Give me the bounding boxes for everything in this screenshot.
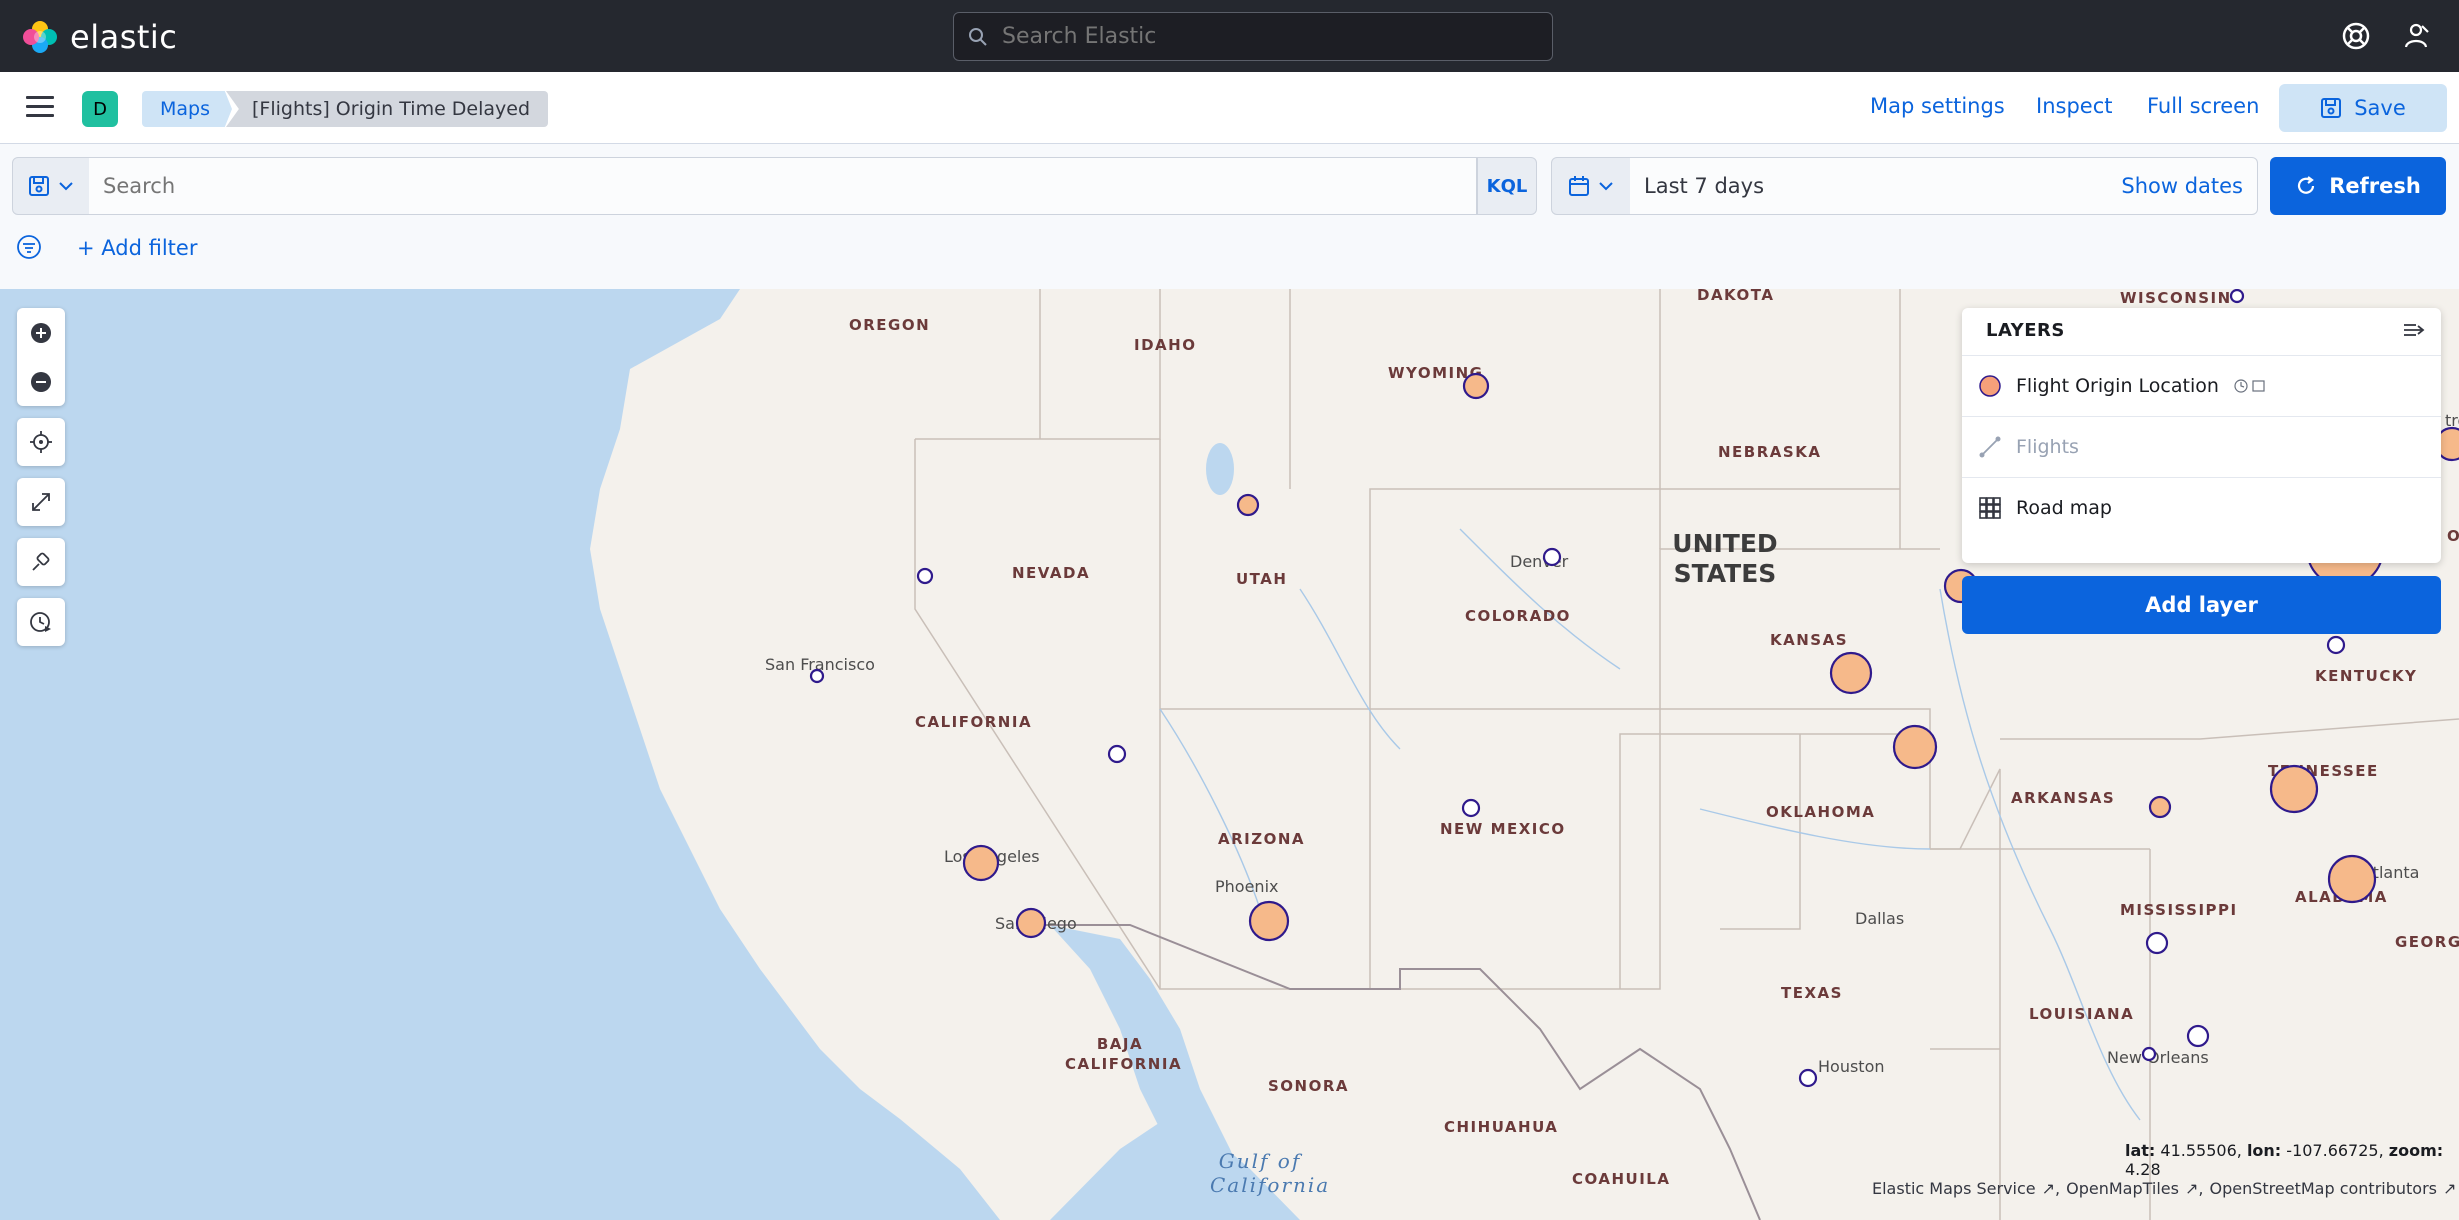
map-point <box>2148 795 2172 819</box>
layer-row-road-map[interactable]: Road map <box>1962 477 2441 537</box>
lon-value: -107.66725 <box>2286 1141 2379 1160</box>
layer-control-panel: LAYERS Flight Origin Location Flights Ro… <box>1962 308 2441 563</box>
time-range-label[interactable]: Last 7 days <box>1644 174 1764 198</box>
external-link-icon: ↗, <box>2041 1179 2061 1198</box>
map-point <box>1248 900 1290 942</box>
lat-value: 41.55506 <box>2160 1141 2237 1160</box>
map-point <box>962 844 1000 882</box>
map-point <box>1236 493 1260 517</box>
map-attribution: Elastic Maps Service ↗, OpenMapTiles ↗, … <box>1872 1179 2456 1198</box>
filter-options-icon[interactable] <box>16 234 42 264</box>
zoom-out-icon[interactable] <box>17 357 65 406</box>
query-bar: KQL Last 7 days Show dates Refresh + Add… <box>0 144 2459 289</box>
collapse-panel-icon[interactable] <box>2402 320 2426 344</box>
attribution-link[interactable]: OpenMapTiles <box>2066 1179 2179 1198</box>
global-search-input[interactable] <box>1002 24 1522 49</box>
map-settings-link[interactable]: Map settings <box>1870 94 2005 118</box>
map-toolbar <box>17 308 65 658</box>
map-point <box>2269 764 2319 814</box>
map-point <box>1798 1068 1818 1088</box>
refresh-button[interactable]: Refresh <box>2270 157 2446 215</box>
breadcrumb-maps[interactable]: Maps <box>142 91 232 127</box>
layer-name: Flights <box>2016 435 2079 458</box>
query-language-button[interactable]: KQL <box>1477 157 1537 215</box>
inspect-link[interactable]: Inspect <box>2036 94 2112 118</box>
map-point <box>2145 931 2169 955</box>
set-view-icon[interactable] <box>17 418 65 466</box>
save-label: Save <box>2354 96 2406 120</box>
map-point <box>1462 372 1490 400</box>
calendar-icon <box>1569 176 1589 196</box>
global-search[interactable] <box>953 12 1553 61</box>
map-canvas[interactable]: OREGON IDAHO WYOMING DAKOTA WISCONSIN NE… <box>0 289 2459 1220</box>
save-icon <box>2321 98 2342 118</box>
timeslider-icon[interactable] <box>17 598 65 646</box>
top-header: elastic <box>0 0 2459 72</box>
time-filter-icon <box>2234 378 2265 393</box>
layers-title: LAYERS <box>1986 320 2065 341</box>
user-menu-icon[interactable] <box>2400 20 2432 52</box>
add-layer-button[interactable]: Add layer <box>1962 576 2441 634</box>
line-layer-icon <box>1979 436 2001 457</box>
add-filter-button[interactable]: + Add filter <box>77 236 197 260</box>
query-search-input[interactable] <box>103 174 1403 198</box>
mouse-coordinates: lat: 41.55506, lon: -107.66725, zoom: 4.… <box>2125 1141 2444 1179</box>
layer-row-flight-origin[interactable]: Flight Origin Location <box>1962 355 2441 415</box>
menu-icon[interactable] <box>26 96 54 120</box>
map-point <box>2327 854 2377 904</box>
zoom-in-icon[interactable] <box>17 308 65 357</box>
show-dates-link[interactable]: Show dates <box>2121 174 2243 198</box>
zoom-controls <box>17 308 65 406</box>
date-range-display[interactable]: Last 7 days Show dates <box>1630 157 2258 215</box>
chevron-down-icon <box>1599 182 1613 191</box>
map-point <box>1829 651 1873 695</box>
full-screen-link[interactable]: Full screen <box>2147 94 2259 118</box>
map-point <box>2186 1024 2210 1048</box>
layer-name: Road map <box>2016 496 2112 519</box>
map-point <box>1461 798 1481 818</box>
map-point <box>809 668 825 684</box>
zoom-label: zoom: <box>2388 1141 2444 1160</box>
save-button[interactable]: Save <box>2279 84 2447 132</box>
layer-name: Flight Origin Location <box>2016 374 2219 397</box>
refresh-icon <box>2298 176 2315 194</box>
zoom-value: 4.28 <box>2125 1160 2161 1179</box>
map-point <box>1542 547 1562 567</box>
map-point <box>2229 289 2245 304</box>
refresh-label: Refresh <box>2329 174 2421 198</box>
chevron-down-icon <box>59 182 73 191</box>
elastic-logo[interactable]: elastic <box>22 18 177 56</box>
quick-date-menu[interactable] <box>1551 157 1631 215</box>
help-icon[interactable] <box>2340 20 2372 52</box>
lat-label: lat: <box>2125 1141 2156 1160</box>
saved-query-icon <box>29 176 49 196</box>
attribution-link[interactable]: OpenStreetMap contributors <box>2209 1179 2437 1198</box>
app-bar: D Maps [Flights] Origin Time Delayed Map… <box>0 72 2459 144</box>
logo-text: elastic <box>70 18 178 56</box>
saved-query-menu[interactable] <box>12 157 90 215</box>
query-search-field[interactable] <box>89 157 1477 215</box>
lon-label: lon: <box>2246 1141 2282 1160</box>
map-point <box>1015 907 1047 939</box>
map-point <box>1892 724 1938 770</box>
layer-row-flights[interactable]: Flights <box>1962 416 2441 476</box>
grid-tiles-icon <box>1979 496 2001 519</box>
map-point <box>1107 744 1127 764</box>
map-point <box>2326 635 2346 655</box>
external-link-icon: ↗ <box>2442 1179 2457 1198</box>
space-avatar[interactable]: D <box>82 91 118 127</box>
fit-to-data-icon[interactable] <box>17 478 65 526</box>
draw-tools-icon[interactable] <box>17 538 65 586</box>
circle-swatch-icon <box>1979 374 2001 397</box>
elastic-logo-icon <box>22 19 58 55</box>
external-link-icon: ↗, <box>2184 1179 2204 1198</box>
breadcrumb-current-map: [Flights] Origin Time Delayed <box>226 91 549 127</box>
map-point <box>916 567 934 585</box>
search-icon <box>969 27 987 46</box>
map-point <box>2141 1046 2157 1062</box>
attribution-link[interactable]: Elastic Maps Service <box>1872 1179 2036 1198</box>
